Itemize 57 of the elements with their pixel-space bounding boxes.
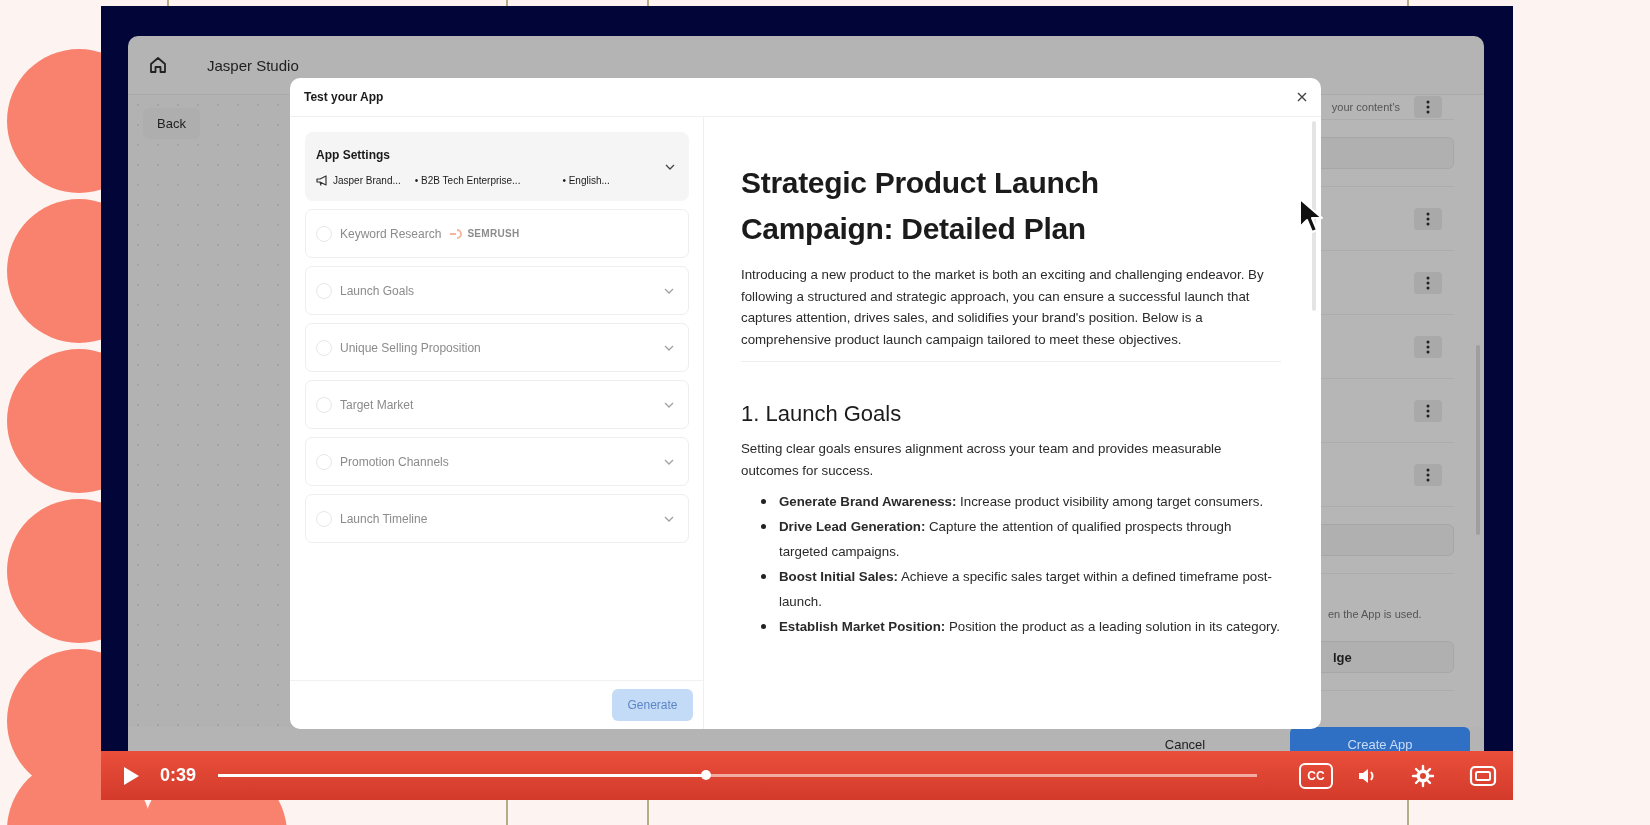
kebab-icon bbox=[1426, 339, 1430, 354]
app-title: Jasper Studio bbox=[207, 56, 299, 74]
panel-description: en the App is used. bbox=[1328, 608, 1422, 620]
settings-icon[interactable] bbox=[1411, 763, 1435, 788]
step-label: Keyword Research bbox=[340, 226, 442, 241]
progress-handle[interactable] bbox=[701, 770, 712, 780]
bullet-text: Boost Initial Sales: Achieve a specific sales target within a defined timeframe post-launch. bbox=[779, 568, 1273, 612]
kebab-icon bbox=[1426, 211, 1430, 226]
section-heading: 1. Launch Goals bbox=[741, 399, 903, 428]
kebab-icon bbox=[1426, 100, 1430, 114]
home-icon[interactable] bbox=[148, 55, 168, 75]
chevron-icon bbox=[664, 401, 674, 408]
chevron-icon bbox=[664, 515, 674, 522]
playback-time: 0:39 bbox=[160, 765, 197, 786]
bullet-icon bbox=[761, 499, 766, 505]
close-icon[interactable] bbox=[1297, 92, 1307, 102]
megaphone-icon bbox=[316, 174, 329, 186]
bullet-text: Establish Market Position: Position the product as a leading solution in its category. bbox=[779, 618, 1280, 637]
bullet-icon bbox=[761, 524, 766, 530]
settings-value: • English... bbox=[562, 174, 610, 186]
step-label: Unique Selling Proposition bbox=[340, 340, 481, 355]
panel-description: your content's bbox=[1331, 101, 1400, 113]
more-options-button[interactable] bbox=[1414, 399, 1442, 422]
more-options-button[interactable] bbox=[1414, 271, 1442, 294]
chevron-icon bbox=[665, 163, 675, 170]
integration-name: SEMRUSH bbox=[467, 228, 520, 239]
more-options-button[interactable] bbox=[1414, 96, 1442, 118]
chevron-icon bbox=[664, 287, 674, 294]
play-icon[interactable] bbox=[122, 765, 140, 786]
more-options-button[interactable] bbox=[1414, 207, 1442, 230]
kebab-icon bbox=[1426, 403, 1430, 418]
more-options-button[interactable] bbox=[1414, 335, 1442, 358]
intro-paragraph: Introducing a new product to the market is both an exciting and challenging endeavor. By following a structured and strategic approach, you can ensure a successful launch that captures attention, drives sales, and solidifies your brand's position. Below is a comprehensive product launch campaign tailored to meet these objectives. bbox=[741, 266, 1265, 350]
document-title: Strategic Product Launch Campaign: Detailed Plan bbox=[741, 165, 1100, 247]
settings-title: App Settings bbox=[316, 147, 391, 162]
bullet-text: Drive Lead Generation: Capture the attention of qualified prospects through targeted campaigns. bbox=[779, 518, 1233, 562]
more-options-button[interactable] bbox=[1414, 463, 1442, 486]
captions-button[interactable]: CC bbox=[1299, 762, 1333, 789]
chevron-icon bbox=[664, 458, 674, 465]
bullet-text: Generate Brand Awareness: Increase product visibility among target consumers. bbox=[779, 493, 1264, 512]
step-label: Launch Goals bbox=[340, 283, 415, 298]
bullet-icon bbox=[761, 624, 766, 630]
fullscreen-icon[interactable] bbox=[1469, 764, 1497, 787]
back-button[interactable]: Back bbox=[143, 108, 200, 139]
kebab-icon bbox=[1426, 467, 1430, 482]
settings-value: Jasper Brand... bbox=[333, 174, 401, 186]
section-paragraph: Setting clear goals ensures alignment across your team and provides measurable outcomes for success. bbox=[741, 439, 1223, 480]
kebab-icon bbox=[1426, 275, 1430, 290]
dialog-title: Test your App bbox=[304, 90, 384, 104]
step-label: Target Market bbox=[340, 397, 414, 412]
step-label: Promotion Channels bbox=[340, 454, 449, 469]
chevron-icon bbox=[664, 344, 674, 351]
app-settings-card[interactable]: App Settings Jasper Brand... • B2B Tech Enterprise... • English... bbox=[305, 132, 689, 201]
step-label: Launch Timeline bbox=[340, 511, 428, 526]
flame-logo-icon bbox=[449, 228, 464, 239]
bullet-icon bbox=[761, 574, 766, 580]
settings-value: • B2B Tech Enterprise... bbox=[414, 174, 521, 186]
